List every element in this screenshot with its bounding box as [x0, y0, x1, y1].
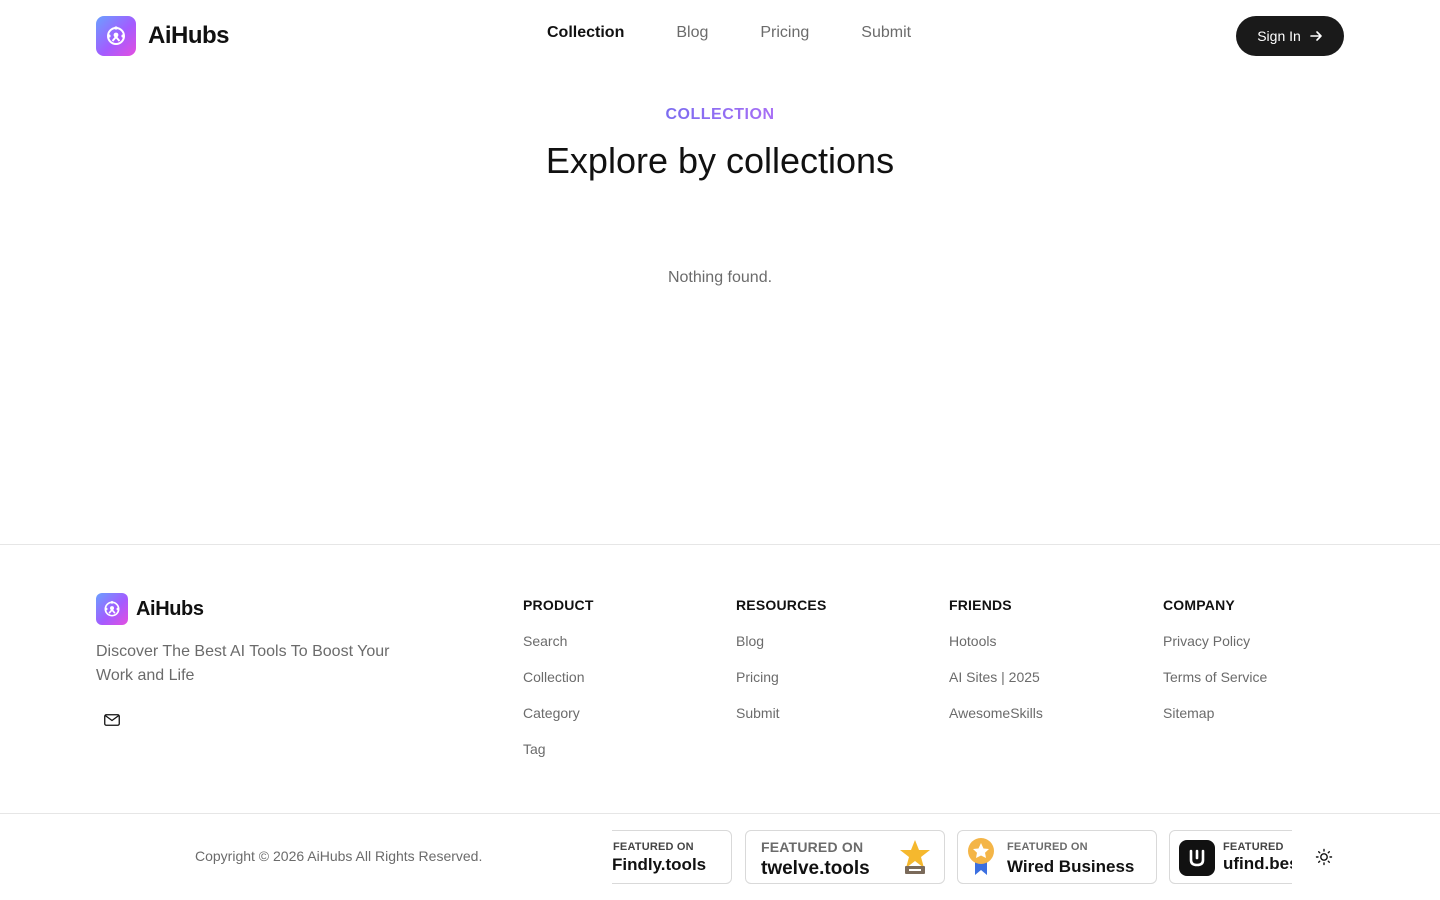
- brand-name: AiHubs: [148, 22, 230, 49]
- footer-link-hotools[interactable]: Hotools: [949, 631, 1043, 667]
- footer-link-ai-sites[interactable]: AI Sites | 2025: [949, 667, 1043, 703]
- robot-icon: [96, 16, 136, 56]
- footer-link-awesomeskills[interactable]: AwesomeSkills: [949, 703, 1043, 739]
- footer-brand-name: AiHubs: [136, 597, 204, 620]
- footer-link-pricing[interactable]: Pricing: [736, 667, 826, 703]
- footer-brand-link[interactable]: AiHubs: [96, 593, 204, 625]
- brand-link[interactable]: AiHubs: [96, 16, 230, 56]
- footer-heading: PRODUCT: [523, 597, 594, 613]
- star-trophy-icon: [900, 840, 930, 874]
- nav-submit[interactable]: Submit: [861, 24, 911, 42]
- sign-in-label: Sign In: [1257, 28, 1301, 44]
- footer-divider: [0, 544, 1440, 545]
- copyright-text: Copyright © 2026 AiHubs All Rights Reser…: [195, 848, 483, 864]
- eyebrow-text: COLLECTION: [665, 106, 775, 123]
- badge-ufind[interactable]: FEATURED ufind.best: [1169, 830, 1292, 884]
- footer-link-privacy[interactable]: Privacy Policy: [1163, 631, 1267, 667]
- sun-icon[interactable]: [1315, 848, 1333, 866]
- badge-big-text: Wired Business: [1007, 857, 1135, 876]
- footer-link-sitemap[interactable]: Sitemap: [1163, 703, 1267, 739]
- nav-collection[interactable]: Collection: [547, 24, 624, 42]
- ufind-logo-icon: [1179, 840, 1215, 876]
- badge-small-text: FEATURED ON: [761, 839, 864, 855]
- badge-big-text: Findly.tools: [612, 855, 707, 874]
- badge-findly[interactable]: FEATURED ON Findly.tools: [612, 830, 732, 884]
- footer-link-tag[interactable]: Tag: [523, 739, 594, 775]
- footer-heading: COMPANY: [1163, 597, 1235, 613]
- footer-bottom-divider: [0, 813, 1440, 814]
- main-nav: Collection Blog Pricing Submit: [547, 24, 911, 42]
- footer-column-company: COMPANY Privacy Policy Terms of Service …: [1163, 597, 1267, 739]
- nav-blog[interactable]: Blog: [676, 24, 708, 42]
- footer-tagline: Discover The Best AI Tools To Boost Your…: [96, 643, 390, 684]
- sign-in-button[interactable]: Sign In: [1236, 16, 1344, 56]
- badge-twelve-tools[interactable]: FEATURED ON twelve.tools: [745, 830, 945, 884]
- footer-link-search[interactable]: Search: [523, 631, 594, 667]
- award-ribbon-icon: [968, 838, 994, 875]
- badge-wired-business[interactable]: FEATURED ON Wired Business: [957, 830, 1157, 884]
- footer-link-terms[interactable]: Terms of Service: [1163, 667, 1267, 703]
- arrow-right-icon: [1309, 31, 1322, 41]
- mail-icon[interactable]: [104, 714, 120, 726]
- footer-heading: RESOURCES: [736, 597, 827, 613]
- section-eyebrow: COLLECTION: [0, 106, 1440, 124]
- footer-link-category[interactable]: Category: [523, 703, 594, 739]
- footer-link-blog[interactable]: Blog: [736, 631, 826, 667]
- badge-big-text: ufind.best: [1223, 854, 1292, 873]
- footer-column-resources: RESOURCES Blog Pricing Submit: [736, 597, 826, 739]
- footer-link-submit[interactable]: Submit: [736, 703, 826, 739]
- site-header: AiHubs Collection Blog Pricing Submit Si…: [0, 0, 1440, 72]
- robot-icon: [96, 593, 128, 625]
- nav-pricing[interactable]: Pricing: [760, 24, 809, 42]
- badge-small-text: FEATURED ON: [1007, 841, 1088, 853]
- page-title: Explore by collections: [545, 140, 895, 181]
- empty-state-message: Nothing found.: [667, 269, 773, 286]
- badge-small-text: FEATURED: [1223, 841, 1284, 853]
- badge-small-text: FEATURED ON: [613, 841, 694, 853]
- featured-badges-marquee: FEATURED ON Findly.tools FEATURED ON twe…: [612, 830, 1292, 886]
- footer-link-collection[interactable]: Collection: [523, 667, 594, 703]
- footer-column-product: PRODUCT Search Collection Category Tag: [523, 597, 594, 775]
- footer-column-friends: FRIENDS Hotools AI Sites | 2025 AwesomeS…: [949, 597, 1043, 739]
- badge-big-text: twelve.tools: [761, 858, 870, 879]
- footer-heading: FRIENDS: [949, 597, 1012, 613]
